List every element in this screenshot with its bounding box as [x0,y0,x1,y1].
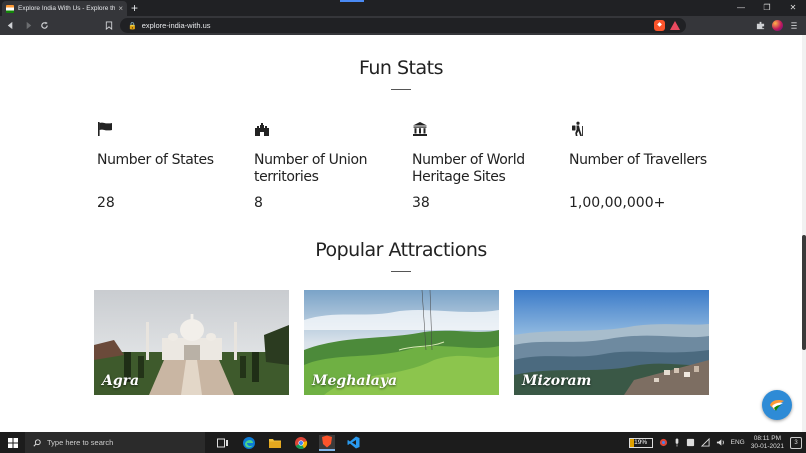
stat-value: 38 [412,195,430,211]
clock-date: 30-01-2021 [750,442,784,450]
system-tray: 19% ENG 08:11 PM 30-01-2021 3 [628,432,806,453]
reload-button[interactable] [40,16,49,35]
menu-icon[interactable] [790,21,798,30]
language-indicator[interactable]: ENG [731,439,745,446]
tab-title: Explore India With Us - Explore the [18,5,116,12]
stat-label: Number of Union territories [254,152,368,185]
new-tab-button[interactable]: + [131,0,138,16]
toolbar-right [756,16,798,35]
profile-avatar[interactable] [772,20,783,31]
url-text: explore-india-with.us [141,21,211,30]
page-scrollbar[interactable] [802,35,806,432]
tab-close-button[interactable]: × [118,4,123,13]
window-controls: — ❐ ✕ [728,0,806,16]
bookmark-icon [105,21,113,30]
search-icon [33,438,41,447]
back-arrow-icon [7,21,13,30]
card-caption: Meghalaya [312,373,398,389]
file-explorer-icon[interactable] [267,435,283,451]
stat-travellers: Number of Travellers 1,00,00,000+ [569,121,719,211]
back-button[interactable] [6,16,15,35]
stat-label: Number of Travellers [569,152,707,168]
chrome-icon[interactable] [293,435,309,451]
browser-tab[interactable]: Explore India With Us - Explore the × [2,1,127,16]
popular-attractions-heading: Popular Attractions [315,239,487,261]
forward-arrow-icon [26,21,32,30]
taskbar-apps [215,434,361,451]
scrollbar-thumb[interactable] [802,235,806,350]
card-caption: Mizoram [522,373,592,389]
brave-shield-icon[interactable]: ◆ [654,20,665,31]
brave-browser-icon[interactable] [319,434,335,451]
windows-logo-icon [7,437,18,448]
heading-divider [391,271,411,272]
battery-percent: 19% [634,438,648,446]
chrome-tray-icon[interactable] [659,438,668,447]
close-window-button[interactable]: ✕ [780,0,806,16]
omnibox-extensions: ◆ [654,20,680,31]
network-icon[interactable] [700,438,710,447]
hiker-icon [572,121,583,136]
task-view-icon[interactable] [215,435,231,451]
stat-heritage-sites: Number of World Heritage Sites 38 [412,121,562,211]
notification-center-button[interactable]: 3 [790,436,802,449]
attraction-card-meghalaya[interactable]: Meghalaya [304,290,499,395]
system-clock[interactable]: 08:11 PM 30-01-2021 [751,435,784,451]
taskbar-search-box[interactable]: Type here to search [25,432,205,453]
search-placeholder: Type here to search [47,438,114,447]
stat-value: 1,00,00,000+ [569,195,666,211]
india-map-icon [770,400,784,411]
stat-states: Number of States 28 [97,121,247,211]
battery-indicator[interactable]: 19% [628,437,653,448]
start-button[interactable] [0,432,25,453]
forward-button[interactable] [24,16,33,35]
app-tray-icon[interactable] [686,438,695,447]
heading-divider [391,89,411,90]
bookmark-button[interactable] [105,16,113,35]
card-caption: Agra [102,373,140,389]
fun-stats-heading: Fun Stats [358,57,444,79]
stat-union-territories: Number of Union territories 8 [254,121,404,211]
stat-label: Number of World Heritage Sites [412,152,525,185]
attraction-card-mizoram[interactable]: Mizoram [514,290,709,395]
brave-rewards-icon[interactable] [670,21,680,30]
microphone-icon[interactable] [674,438,680,447]
minimize-button[interactable]: — [728,0,754,16]
browser-toolbar: 🔒 explore-india-with.us ◆ [0,16,806,35]
lock-icon: 🔒 [128,22,137,30]
browser-tab-bar: Explore India With Us - Explore the × + … [0,0,806,16]
flag-icon [98,122,112,136]
address-bar[interactable]: 🔒 explore-india-with.us ◆ [120,18,686,33]
tab-indicator [340,0,364,2]
attraction-card-agra[interactable]: Agra [94,290,289,395]
stat-value: 8 [254,195,263,211]
stat-label: Number of States [97,152,214,168]
maximize-button[interactable]: ❐ [754,0,780,16]
windows-taskbar: Type here to search 19% ENG 08:11 PM 30-… [0,432,806,453]
extensions-puzzle-icon[interactable] [756,21,765,30]
page-content: Fun Stats Number of States 28 Number of … [0,35,806,432]
monument-icon [413,122,427,136]
vscode-icon[interactable] [345,435,361,451]
edge-browser-icon[interactable] [241,435,257,451]
fort-icon [255,123,269,136]
reload-icon [41,21,48,29]
stat-value: 28 [97,195,115,211]
india-flag-icon [6,4,14,13]
floating-india-button[interactable] [762,390,792,420]
notification-count: 3 [794,439,798,446]
clock-time: 08:11 PM [753,434,782,442]
volume-icon[interactable] [716,438,725,447]
